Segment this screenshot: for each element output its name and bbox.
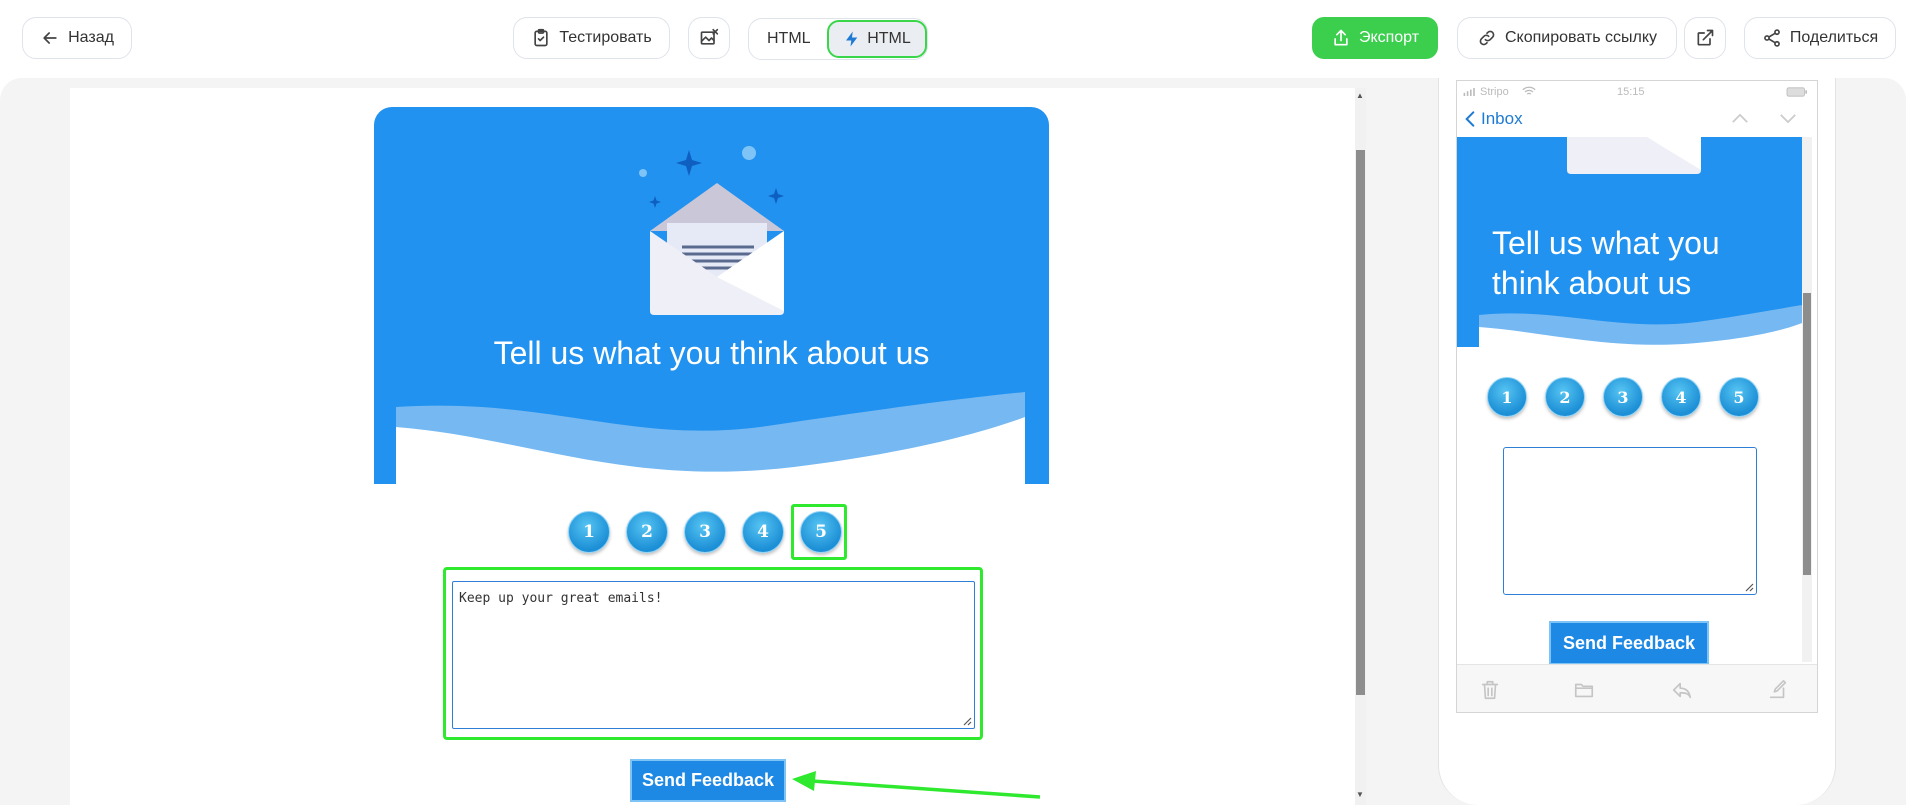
export-button[interactable]: Экспорт [1312,17,1438,59]
html-mode-switch: HTML HTML [748,18,928,60]
inbox-back-link[interactable]: Inbox [1465,109,1523,129]
chevron-down-icon[interactable] [1779,113,1797,124]
toggle-images-button[interactable] [688,17,730,59]
chevron-left-icon [1465,111,1475,127]
envelope-illustration-icon [396,146,1025,484]
mobile-mail-toolbar [1457,664,1817,712]
folder-icon[interactable] [1573,679,1595,701]
scroll-down-arrow-icon[interactable]: ▼ [1356,790,1364,799]
send-feedback-button[interactable]: Send Feedback [630,759,786,802]
mobile-send-feedback-button[interactable]: Send Feedback [1549,621,1709,665]
status-bar: Stripo 15:15 [1457,81,1817,103]
feedback-text: Keep up your great emails! [459,591,663,606]
upload-icon [1334,29,1348,46]
email-hero: Tell us what you think about us [374,107,1049,484]
resize-grip-icon[interactable] [962,716,972,726]
export-button-label: Экспорт [1358,29,1420,46]
rating-option-3[interactable]: 3 [684,511,726,553]
carrier-name: Stripo [1480,86,1509,98]
trash-icon[interactable] [1479,679,1501,701]
rating-option-1[interactable]: 1 [568,511,610,553]
signal-icon [1463,88,1475,96]
battery-icon [1786,87,1807,97]
chevron-up-icon[interactable] [1731,113,1749,124]
wifi-icon [1522,86,1536,95]
inbox-label: Inbox [1481,109,1523,128]
mobile-rating-option-5[interactable]: 5 [1719,377,1759,417]
mobile-rating-options: 1 2 3 4 5 [1487,377,1759,417]
share-icon [1763,29,1780,47]
link-icon [1479,30,1495,46]
desktop-scrollbar-thumb[interactable] [1356,150,1365,695]
selected-rating-highlight [791,504,847,560]
back-button[interactable]: Назад [22,17,132,59]
test-button[interactable]: Тестировать [513,17,670,59]
resize-grip-icon[interactable] [1744,582,1754,592]
feedback-textarea[interactable]: Keep up your great emails! [452,581,975,729]
clipboard-check-icon [534,28,548,47]
mobile-email-title: Tell us what you think about us [1492,225,1720,301]
email-title: Tell us what you think about us [493,335,930,371]
mobile-scrollbar-thumb[interactable] [1803,293,1811,575]
share-button[interactable]: Поделиться [1744,17,1896,59]
top-toolbar: Назад Тестировать HTML HTML Экспорт Скоп… [0,0,1906,78]
external-link-icon [1697,29,1714,46]
status-time: 15:15 [1617,86,1645,98]
mobile-feedback-textarea[interactable] [1503,447,1757,595]
amp-html-tab[interactable]: HTML [827,20,927,58]
email-preview: Tell us what you think about us 1 2 3 4 … [374,107,1049,805]
mobile-rating-option-1[interactable]: 1 [1487,377,1527,417]
scroll-up-arrow-icon[interactable]: ▲ [1356,91,1364,100]
copy-link-button[interactable]: Скопировать ссылку [1457,17,1677,59]
rating-option-4[interactable]: 4 [742,511,784,553]
html-tab[interactable]: HTML [757,19,821,58]
mobile-rating-option-4[interactable]: 4 [1661,377,1701,417]
mobile-rating-option-2[interactable]: 2 [1545,377,1585,417]
image-off-icon [700,28,719,45]
lightning-icon [846,31,858,47]
mobile-screen: Stripo 15:15 Inbox Tell us what you thin… [1456,80,1818,713]
rating-option-2[interactable]: 2 [626,511,668,553]
reply-icon[interactable] [1671,679,1693,701]
compose-icon[interactable] [1767,679,1789,701]
back-button-label: Назад [68,29,114,46]
share-button-label: Поделиться [1789,29,1879,46]
amp-html-tab-label: HTML [867,30,911,47]
test-button-label: Тестировать [559,29,652,46]
open-new-window-button[interactable] [1684,17,1726,59]
copy-link-button-label: Скопировать ссылку [1504,29,1658,46]
mobile-rating-option-3[interactable]: 3 [1603,377,1643,417]
arrow-left-icon [43,32,57,44]
